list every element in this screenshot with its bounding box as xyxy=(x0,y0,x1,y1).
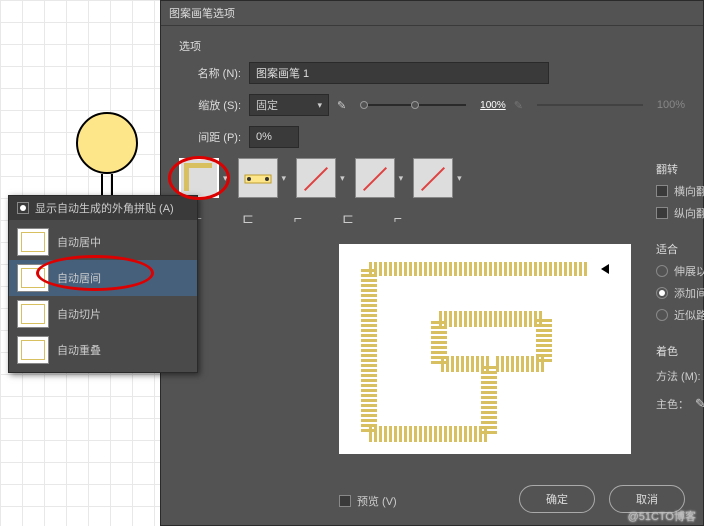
outer-corner-tile[interactable] xyxy=(179,158,219,198)
list-item-label: 自动居中 xyxy=(57,234,101,250)
list-item-label: 自动切片 xyxy=(57,306,101,322)
fit-addspace-label: 添加间距以适合 (A) xyxy=(674,285,704,301)
chevron-down-icon[interactable]: ▾ xyxy=(399,173,404,184)
popup-item-auto-overlap[interactable]: 自动重叠 xyxy=(9,332,197,368)
corner-thumb-icon xyxy=(17,300,49,328)
popup-item-auto-center[interactable]: 自动居中 xyxy=(9,224,197,260)
flip-horizontal-label: 横向翻转 (F) xyxy=(674,183,704,199)
spacing-field[interactable] xyxy=(249,126,299,148)
popup-item-auto-slice[interactable]: 自动切片 xyxy=(9,296,197,332)
side-tile[interactable] xyxy=(238,158,278,198)
end-tile[interactable] xyxy=(413,158,453,198)
pen-icon: ✎ xyxy=(514,99,523,112)
fit-addspace-radio[interactable] xyxy=(656,287,668,299)
show-auto-corner-checkbox[interactable] xyxy=(17,202,29,214)
canvas-shape-circle xyxy=(76,112,138,174)
watermark: @51CTO博客 xyxy=(628,508,696,524)
chevron-down-icon[interactable]: ▾ xyxy=(223,173,228,184)
list-item-label: 自动重叠 xyxy=(57,342,101,358)
popup-header-label: 显示自动生成的外角拼贴 (A) xyxy=(35,200,174,216)
list-item-label: 自动居间 xyxy=(57,270,101,286)
tile-layout-icons: ⌐ ⊏ ⌐ ⊏ ⌐ xyxy=(187,208,685,228)
popup-item-auto-between[interactable]: 自动居间 xyxy=(9,260,197,296)
tile-swatches: ▾ ▾ ▾ ▾ ▾ xyxy=(179,158,685,198)
preview-checkbox[interactable] xyxy=(339,495,351,507)
scale-value-dim: 100% xyxy=(657,99,685,111)
scale-value[interactable]: 100% xyxy=(480,100,506,111)
brush-preview xyxy=(339,244,631,454)
main-color-label: 主色： xyxy=(656,396,689,412)
corner-thumb-icon xyxy=(17,264,49,292)
ok-button[interactable]: 确定 xyxy=(519,485,595,513)
flip-vertical-checkbox[interactable] xyxy=(656,207,668,219)
fit-section-title: 适合 xyxy=(656,241,704,257)
chevron-down-icon[interactable]: ▾ xyxy=(457,173,462,184)
preview-label: 预览 (V) xyxy=(357,493,397,509)
flip-vertical-label: 纵向翻转 (C) xyxy=(674,205,704,221)
color-section-title: 着色 xyxy=(656,343,704,359)
scale-mode-select[interactable]: 固定▾ xyxy=(249,94,329,116)
corner-tile-popup: 显示自动生成的外角拼贴 (A) 自动居中 自动居间 自动切片 自动重叠 xyxy=(8,195,198,373)
corner-layout-icon[interactable]: ⌐ xyxy=(387,208,409,228)
name-field[interactable] xyxy=(249,62,549,84)
pattern-brush-options-dialog: 图案画笔选项 选项 名称 (N): 缩放 (S): 固定▾ ✎ 100% ✎ 1… xyxy=(160,0,704,526)
flip-section-title: 翻转 xyxy=(656,161,704,177)
fit-stretch-label: 伸展以适合 (T) xyxy=(674,263,704,279)
eyedropper-icon[interactable]: ✎ xyxy=(695,396,704,412)
corner-thumb-icon xyxy=(17,228,49,256)
edge-layout-icon[interactable]: ⊏ xyxy=(337,208,359,228)
dialog-title: 图案画笔选项 xyxy=(161,1,703,26)
corner-layout-icon[interactable]: ⌐ xyxy=(287,208,309,228)
fit-stretch-radio[interactable] xyxy=(656,265,668,277)
edge-layout-icon[interactable]: ⊏ xyxy=(237,208,259,228)
color-method-label: 方法 (M): xyxy=(656,368,701,384)
inner-corner-tile[interactable] xyxy=(296,158,336,198)
start-tile[interactable] xyxy=(355,158,395,198)
chevron-down-icon[interactable]: ▾ xyxy=(282,173,287,184)
fit-approx-radio[interactable] xyxy=(656,309,668,321)
name-label: 名称 (N): xyxy=(179,65,241,81)
corner-thumb-icon xyxy=(17,336,49,364)
scale-slider[interactable] xyxy=(360,104,466,106)
chevron-down-icon[interactable]: ▾ xyxy=(340,173,345,184)
scale-slider-2 xyxy=(537,104,643,106)
options-group-label: 选项 xyxy=(179,38,685,54)
spacing-label: 间距 (P): xyxy=(179,129,241,145)
fit-approx-label: 近似路径 (R) xyxy=(674,307,704,323)
pen-icon: ✎ xyxy=(337,99,346,112)
scale-label: 缩放 (S): xyxy=(179,97,241,113)
chevron-down-icon: ▾ xyxy=(317,100,322,111)
flip-horizontal-checkbox[interactable] xyxy=(656,185,668,197)
